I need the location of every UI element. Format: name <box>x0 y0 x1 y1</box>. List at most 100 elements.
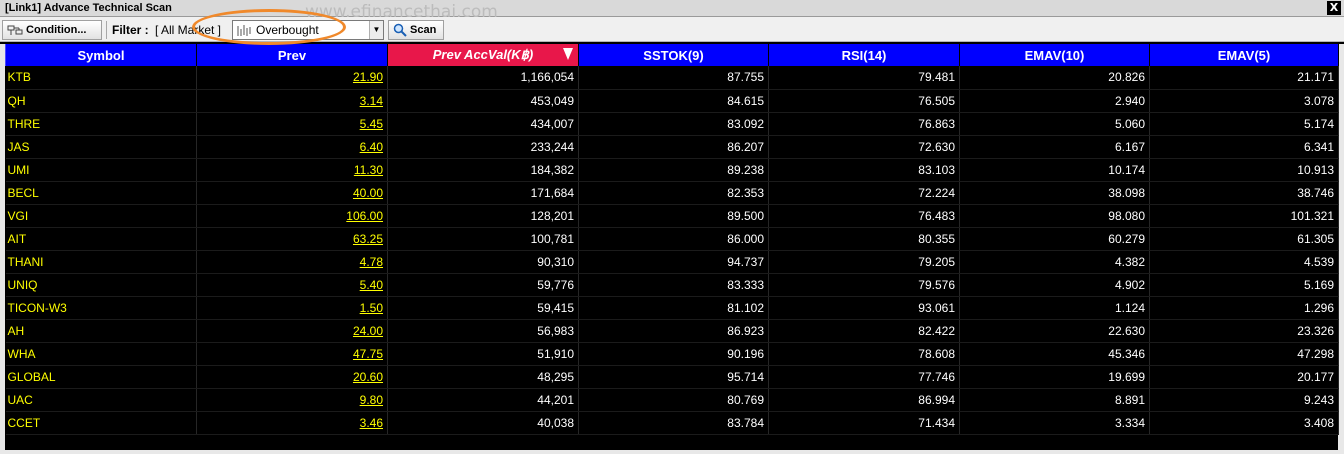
prev-cell[interactable]: 11.30 <box>196 158 388 182</box>
prev-cell[interactable]: 106.00 <box>196 204 388 228</box>
magnifier-icon <box>393 23 407 37</box>
emav10-cell: 20.826 <box>959 66 1150 90</box>
table-row[interactable]: AH 24.00 56,983 86.923 82.422 22.630 23.326 <box>5 319 1339 343</box>
column-header-sstok[interactable]: SSTOK(9) <box>578 44 769 66</box>
table-row[interactable]: GLOBAL 20.60 48,295 95.714 77.746 19.699 20.17… <box>5 365 1339 389</box>
column-header-rsi[interactable]: RSI(14) <box>768 44 960 66</box>
prev-cell[interactable]: 4.78 <box>196 250 388 274</box>
prev-cell[interactable]: 40.00 <box>196 181 388 205</box>
close-button[interactable]: X <box>1327 1 1341 15</box>
bottom-frame <box>0 450 1344 454</box>
condition-button[interactable]: Condition... <box>2 20 102 40</box>
symbol-cell: TICON-W3 <box>5 296 197 320</box>
prev-cell[interactable]: 63.25 <box>196 227 388 251</box>
emav10-cell: 19.699 <box>959 365 1150 389</box>
prev-cell[interactable]: 20.60 <box>196 365 388 389</box>
rsi-cell: 79.576 <box>768 273 960 297</box>
rsi-cell: 78.608 <box>768 342 960 366</box>
condition-icon <box>7 25 23 35</box>
emav5-cell: 38.746 <box>1149 181 1339 205</box>
rsi-cell: 77.746 <box>768 365 960 389</box>
column-header-prev[interactable]: Prev <box>196 44 388 66</box>
window-titlebar: [Link1] Advance Technical Scan X <box>0 0 1344 17</box>
accval-cell: 51,910 <box>387 342 579 366</box>
emav5-cell: 9.243 <box>1149 388 1339 412</box>
watermark: www.efinancethai.com <box>305 2 498 22</box>
chart-icon <box>237 24 251 36</box>
prev-cell[interactable]: 3.14 <box>196 89 388 113</box>
emav10-cell: 4.902 <box>959 273 1150 297</box>
sstok-cell: 89.500 <box>578 204 769 228</box>
rsi-cell: 79.205 <box>768 250 960 274</box>
accval-cell: 48,295 <box>387 365 579 389</box>
scan-button[interactable]: Scan <box>388 20 444 40</box>
prev-cell[interactable]: 1.50 <box>196 296 388 320</box>
table-row[interactable]: VGI 106.00 128,201 89.500 76.483 98.080 101.32… <box>5 204 1339 228</box>
symbol-cell: VGI <box>5 204 197 228</box>
filter-value[interactable]: [ All Market ] <box>155 23 221 37</box>
rsi-cell: 72.630 <box>768 135 960 159</box>
table-row[interactable]: THANI 4.78 90,310 94.737 79.205 4.382 4.539 <box>5 250 1339 274</box>
prev-cell[interactable]: 21.90 <box>196 66 388 90</box>
rsi-cell: 76.863 <box>768 112 960 136</box>
column-header-emav5[interactable]: EMAV(5) <box>1149 44 1339 66</box>
sstok-cell: 87.755 <box>578 66 769 90</box>
prev-cell[interactable]: 24.00 <box>196 319 388 343</box>
column-header-symbol[interactable]: Symbol <box>5 44 197 66</box>
table-row[interactable]: THRE 5.45 434,007 83.092 76.863 5.060 5.174 <box>5 112 1339 136</box>
table-row[interactable]: TICON-W3 1.50 59,415 81.102 93.061 1.124 1.296 <box>5 296 1339 320</box>
window-title: [Link1] Advance Technical Scan <box>5 2 172 14</box>
prev-cell[interactable]: 5.45 <box>196 112 388 136</box>
table-row[interactable]: AIT 63.25 100,781 86.000 80.355 60.279 61.305 <box>5 227 1339 251</box>
symbol-cell: THANI <box>5 250 197 274</box>
emav10-cell: 22.630 <box>959 319 1150 343</box>
table-row[interactable]: CCET 3.46 40,038 83.784 71.434 3.334 3.408 <box>5 411 1339 435</box>
table-row[interactable]: QH 3.14 453,049 84.615 76.505 2.940 3.078 <box>5 89 1339 113</box>
sstok-cell: 83.333 <box>578 273 769 297</box>
table-row[interactable]: UMI 11.30 184,382 89.238 83.103 10.174 10.913 <box>5 158 1339 182</box>
emav10-cell: 38.098 <box>959 181 1150 205</box>
toolbar-separator <box>106 21 107 39</box>
condition-select[interactable]: Overbought ▼ <box>232 20 384 40</box>
condition-select-value: Overbought <box>256 23 319 37</box>
sstok-cell: 95.714 <box>578 365 769 389</box>
column-header-label: Prev AccVal(K฿) <box>432 47 534 62</box>
column-header-emav10[interactable]: EMAV(10) <box>959 44 1150 66</box>
condition-button-label: Condition... <box>26 24 87 36</box>
emav5-cell: 21.171 <box>1149 66 1339 90</box>
table-row[interactable]: BECL 40.00 171,684 82.353 72.224 38.098 38.746 <box>5 181 1339 205</box>
prev-cell[interactable]: 9.80 <box>196 388 388 412</box>
symbol-cell: JAS <box>5 135 197 159</box>
emav5-cell: 47.298 <box>1149 342 1339 366</box>
symbol-cell: UAC <box>5 388 197 412</box>
prev-cell[interactable]: 3.46 <box>196 411 388 435</box>
table-row[interactable]: UNIQ 5.40 59,776 83.333 79.576 4.902 5.169 <box>5 273 1339 297</box>
accval-cell: 40,038 <box>387 411 579 435</box>
toolbar: Condition... Filter : [ All Market ] Ove… <box>0 17 1344 42</box>
sstok-cell: 82.353 <box>578 181 769 205</box>
rsi-cell: 76.483 <box>768 204 960 228</box>
table-body: KTB 21.90 1,166,054 87.755 79.481 20.826 21.17… <box>5 66 1339 435</box>
table-row[interactable]: WHA 47.75 51,910 90.196 78.608 45.346 47.298 <box>5 342 1339 366</box>
emav10-cell: 4.382 <box>959 250 1150 274</box>
table-row[interactable]: UAC 9.80 44,201 80.769 86.994 8.891 9.243 <box>5 388 1339 412</box>
column-header-prev-accval[interactable]: Prev AccVal(K฿) <box>387 44 579 66</box>
accval-cell: 1,166,054 <box>387 66 579 90</box>
table-row[interactable]: JAS 6.40 233,244 86.207 72.630 6.167 6.341 <box>5 135 1339 159</box>
column-header-label: Symbol <box>77 47 125 63</box>
prev-cell[interactable]: 6.40 <box>196 135 388 159</box>
rsi-cell: 79.481 <box>768 66 960 90</box>
prev-cell[interactable]: 47.75 <box>196 342 388 366</box>
rsi-cell: 93.061 <box>768 296 960 320</box>
table-row[interactable]: KTB 21.90 1,166,054 87.755 79.481 20.826 21.17… <box>5 66 1339 90</box>
emav10-cell: 2.940 <box>959 89 1150 113</box>
symbol-cell: AH <box>5 319 197 343</box>
sstok-cell: 84.615 <box>578 89 769 113</box>
emav10-cell: 45.346 <box>959 342 1150 366</box>
column-header-label: SSTOK(9) <box>643 47 704 63</box>
chevron-down-icon[interactable]: ▼ <box>369 21 383 39</box>
symbol-cell: UNIQ <box>5 273 197 297</box>
prev-cell[interactable]: 5.40 <box>196 273 388 297</box>
emav5-cell: 4.539 <box>1149 250 1339 274</box>
sstok-cell: 86.207 <box>578 135 769 159</box>
